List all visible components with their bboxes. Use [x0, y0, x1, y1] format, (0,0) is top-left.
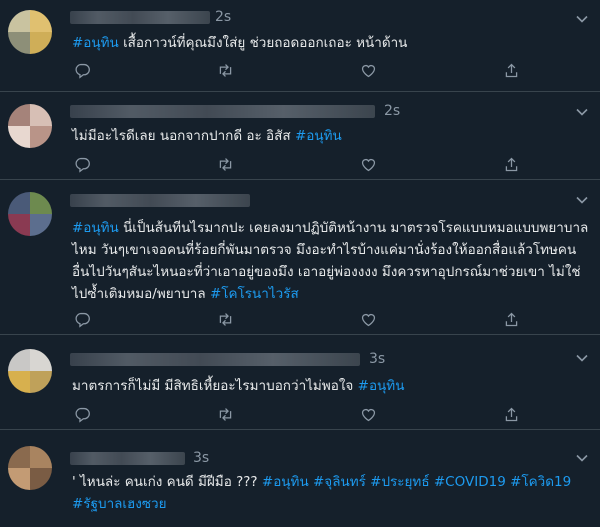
share-icon: [506, 63, 518, 77]
tweet[interactable]: 2s #อนุทิน เสื้อกาวน์ที่คุณมึงใส่ยู ช่วย…: [0, 0, 600, 92]
tweet-text: #อนุทิน นี่เป็นส้นทีนไรมากปะ เคยลงมาปฏิบ…: [72, 217, 592, 305]
hashtag-link[interactable]: #อนุทิน: [72, 35, 119, 51]
tweet-actions: [72, 154, 522, 174]
retweet-button[interactable]: [215, 404, 235, 424]
author-name-blurred[interactable]: [70, 353, 360, 366]
retweet-button[interactable]: [215, 154, 235, 174]
tweet-timestamp[interactable]: 3s: [369, 351, 385, 367]
reply-button[interactable]: [72, 404, 92, 424]
like-icon: [362, 313, 376, 326]
tweet-text-segment: นี่เป็นส้นทีนไรมากปะ เคยลงมาปฏิบัติหน้าง…: [72, 220, 589, 302]
tweet-text: #อนุทิน เสื้อกาวน์ที่คุณมึงใส่ยู ช่วยถอด…: [72, 32, 592, 54]
hashtag-link[interactable]: #รัฐบาลเฮงซวย: [72, 496, 167, 512]
like-icon: [362, 408, 376, 421]
tweet-text-segment: มาตรการก็ไม่มี มีสิทธิเหี้ยอะไรมาบอกว่าไ…: [72, 378, 358, 394]
like-button[interactable]: [359, 309, 379, 329]
author-name-blurred[interactable]: [70, 194, 250, 207]
tweet-actions: [72, 404, 522, 424]
hashtag-link[interactable]: #จุลินทร์: [313, 474, 366, 490]
tweet[interactable]: 2s ไม่มีอะไรดีเลย นอกจากปากดี อะ อิสัส #…: [0, 92, 600, 180]
retweet-button[interactable]: [215, 60, 235, 80]
share-icon: [506, 312, 518, 326]
chevron-down-icon[interactable]: [574, 11, 590, 27]
tweet[interactable]: 3s มาตรการก็ไม่มี มีสิทธิเหี้ยอะไรมาบอกว…: [0, 335, 600, 430]
avatar[interactable]: [8, 349, 52, 393]
tweet[interactable]: 3s ' ไหนล่ะ คนเก่ง คนดี มีฝีมือ ??? #อนุ…: [0, 430, 600, 527]
chevron-down-icon[interactable]: [574, 350, 590, 366]
chevron-down-icon[interactable]: [574, 192, 590, 208]
retweet-icon: [219, 407, 232, 421]
retweet-icon: [219, 312, 232, 326]
author-name-blurred[interactable]: [70, 11, 210, 24]
tweet-timestamp[interactable]: 3s: [193, 450, 209, 466]
avatar[interactable]: [8, 192, 52, 236]
tweet-actions: [72, 309, 522, 329]
tweet-text: ' ไหนล่ะ คนเก่ง คนดี มีฝีมือ ??? #อนุทิน…: [72, 471, 592, 515]
author-name-blurred[interactable]: [70, 105, 375, 118]
share-button[interactable]: [502, 154, 522, 174]
hashtag-link[interactable]: #COVID19: [434, 474, 506, 490]
like-icon: [362, 64, 376, 77]
hashtag-link[interactable]: #โคโรนาไวรัส: [210, 286, 299, 302]
hashtag-link[interactable]: #อนุทิน: [72, 220, 119, 236]
reply-icon: [74, 312, 90, 328]
tweet-timestamp[interactable]: 2s: [215, 9, 231, 25]
share-icon: [506, 157, 518, 171]
retweet-button[interactable]: [215, 309, 235, 329]
hashtag-link[interactable]: #โควิด19: [510, 474, 571, 490]
author-name-blurred[interactable]: [70, 452, 185, 465]
retweet-icon: [219, 63, 232, 77]
hashtag-link[interactable]: #อนุทิน: [262, 474, 309, 490]
tweet-text-segment: ไม่มีอะไรดีเลย นอกจากปากดี อะ อิสัส: [72, 128, 295, 144]
share-icon: [506, 407, 518, 421]
retweet-icon: [219, 157, 232, 171]
avatar[interactable]: [8, 104, 52, 148]
avatar[interactable]: [8, 10, 52, 54]
tweet[interactable]: #อนุทิน นี่เป็นส้นทีนไรมากปะ เคยลงมาปฏิบ…: [0, 180, 600, 335]
hashtag-link[interactable]: #ประยุทธ์: [370, 474, 429, 490]
share-button[interactable]: [502, 60, 522, 80]
reply-button[interactable]: [72, 154, 92, 174]
chevron-down-icon[interactable]: [574, 450, 590, 466]
chevron-down-icon[interactable]: [574, 104, 590, 120]
tweet-timestamp[interactable]: 2s: [384, 103, 400, 119]
reply-icon: [74, 407, 90, 423]
reply-button[interactable]: [72, 309, 92, 329]
like-button[interactable]: [359, 154, 379, 174]
reply-button[interactable]: [72, 60, 92, 80]
tweet-text: มาตรการก็ไม่มี มีสิทธิเหี้ยอะไรมาบอกว่าไ…: [72, 375, 592, 397]
share-button[interactable]: [502, 309, 522, 329]
reply-icon: [74, 157, 90, 173]
hashtag-link[interactable]: #อนุทิน: [358, 378, 405, 394]
like-icon: [362, 158, 376, 171]
tweet-actions: [72, 60, 522, 80]
like-button[interactable]: [359, 60, 379, 80]
like-button[interactable]: [359, 404, 379, 424]
tweet-text: ไม่มีอะไรดีเลย นอกจากปากดี อะ อิสัส #อนุ…: [72, 125, 592, 147]
reply-icon: [74, 63, 90, 79]
share-button[interactable]: [502, 404, 522, 424]
avatar[interactable]: [8, 446, 52, 490]
hashtag-link[interactable]: #อนุทิน: [295, 128, 342, 144]
tweet-text-segment: เสื้อกาวน์ที่คุณมึงใส่ยู ช่วยถอดออกเถอะ …: [118, 35, 408, 51]
tweet-text-segment: ' ไหนล่ะ คนเก่ง คนดี มีฝีมือ ???: [72, 474, 262, 490]
